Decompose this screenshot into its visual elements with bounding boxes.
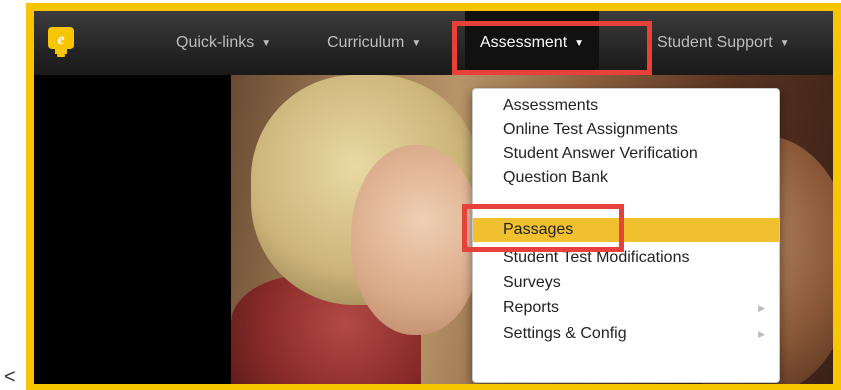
lightbulb-logo-icon[interactable]: e	[48, 27, 74, 57]
caret-down-icon: ▼	[261, 38, 272, 49]
top-navbar: e Quick-links ▼ Curriculum ▼ Assessment ▼ S…	[34, 11, 833, 75]
submenu-arrow-icon: ▶	[758, 329, 765, 339]
caret-down-icon: ▼	[779, 38, 790, 49]
nav-curriculum-label: Curriculum	[327, 34, 405, 51]
menu-item-question-bank[interactable]: Question Bank	[473, 166, 779, 190]
screenshot-frame: e Quick-links ▼ Curriculum ▼ Assessment ▼ S…	[26, 3, 841, 390]
nav-student-support-label: Student Support	[657, 34, 773, 51]
nav-student-support[interactable]: Student Support ▼	[657, 11, 790, 75]
menu-item-reports-label: Reports	[503, 299, 560, 316]
stray-bracket-text: <	[4, 366, 16, 388]
menu-item-assessments[interactable]: Assessments	[473, 94, 779, 118]
menu-item-surveys[interactable]: Surveys	[473, 271, 779, 295]
caret-down-icon: ▼	[411, 38, 422, 49]
menu-item-settings-config-label: Settings & Config	[503, 325, 627, 342]
nav-quick-links-label: Quick-links	[176, 34, 255, 51]
menu-item-settings-config[interactable]: Settings & Config ▶	[473, 322, 779, 346]
menu-item-student-answer-verification[interactable]: Student Answer Verification	[473, 142, 779, 166]
submenu-arrow-icon: ▶	[758, 303, 765, 313]
app-window: e Quick-links ▼ Curriculum ▼ Assessment ▼ S…	[34, 11, 833, 384]
menu-item-online-test-assignments[interactable]: Online Test Assignments	[473, 118, 779, 142]
nav-curriculum[interactable]: Curriculum ▼	[327, 11, 421, 75]
menu-item-reports[interactable]: Reports ▶	[473, 296, 779, 320]
nav-quick-links[interactable]: Quick-links ▼	[176, 11, 271, 75]
highlight-box-assessment	[452, 21, 652, 75]
svg-text:e: e	[57, 31, 64, 48]
highlight-box-passages	[462, 204, 624, 252]
